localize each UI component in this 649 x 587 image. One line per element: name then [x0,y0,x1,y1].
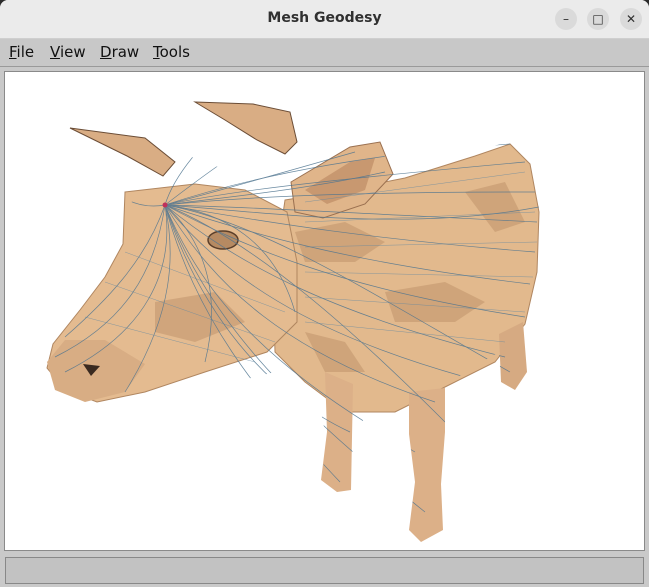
status-bar [5,557,644,584]
minimize-button[interactable]: – [555,8,577,30]
menu-bar: File View Draw Tools [0,39,649,67]
maximize-button[interactable]: □ [587,8,609,30]
close-button[interactable]: ✕ [620,8,642,30]
menu-file[interactable]: File [9,43,34,61]
mesh-render [46,101,540,542]
mesh-viewport[interactable] [4,71,645,551]
title-bar[interactable]: Mesh Geodesy – □ ✕ [0,0,649,39]
menu-tools[interactable]: Tools [153,43,190,61]
app-window: Mesh Geodesy – □ ✕ File View Draw Tools [0,0,649,587]
menu-view[interactable]: View [50,43,86,61]
menu-draw[interactable]: Draw [100,43,139,61]
window-title: Mesh Geodesy [267,10,382,26]
